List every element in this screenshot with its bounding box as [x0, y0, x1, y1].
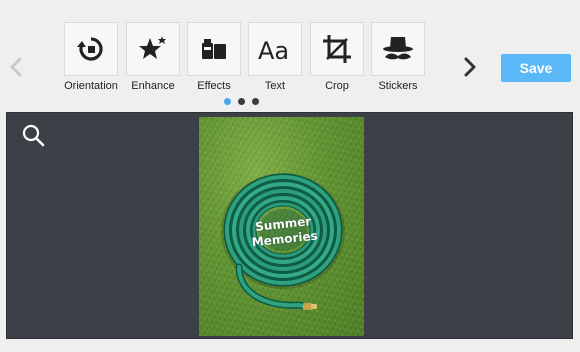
- effects-palette-icon: [202, 39, 226, 59]
- tool-stickers[interactable]: Stickers: [371, 22, 425, 92]
- zoom-button[interactable]: [21, 123, 47, 149]
- pagination-dot-2[interactable]: [238, 98, 245, 105]
- next-tools-arrow[interactable]: [458, 56, 480, 78]
- pagination-dot-1[interactable]: [224, 98, 231, 105]
- edited-photo[interactable]: Summer Memories: [199, 117, 364, 336]
- effects-tile[interactable]: [187, 22, 241, 76]
- pagination-dot-3[interactable]: [252, 98, 259, 105]
- toolbar-pagination: [224, 98, 259, 105]
- editor-toolbar: Orientation Enhance Effects Aa Text Crop…: [0, 0, 580, 112]
- rotate-icon: [77, 37, 103, 61]
- enhance-tile[interactable]: [126, 22, 180, 76]
- text-aa-icon: Aa: [258, 37, 289, 65]
- stickers-tile[interactable]: [371, 22, 425, 76]
- crop-icon: [323, 35, 351, 63]
- text-tile[interactable]: Aa: [248, 22, 302, 76]
- orientation-tile[interactable]: [64, 22, 118, 76]
- hat-mustache-icon: [383, 37, 413, 60]
- svg-text:Aa: Aa: [258, 37, 289, 65]
- crop-tile[interactable]: [310, 22, 364, 76]
- previous-tools-arrow[interactable]: [6, 56, 28, 78]
- save-button[interactable]: Save: [501, 54, 571, 82]
- photo-canvas[interactable]: Summer Memories: [6, 112, 573, 339]
- tool-label: Stickers: [378, 80, 418, 92]
- bottom-strip: [0, 339, 580, 352]
- magic-wand-icon: [139, 36, 166, 59]
- magnifier-icon: [22, 124, 45, 147]
